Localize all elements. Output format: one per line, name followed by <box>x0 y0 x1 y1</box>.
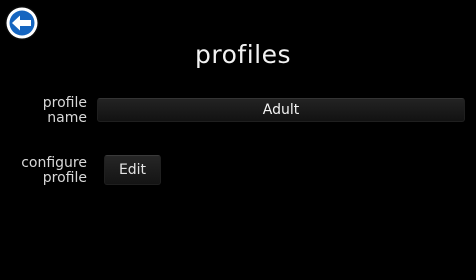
profile-name-field[interactable]: Adult <box>97 98 465 122</box>
configure-profile-label-line2: profile <box>42 170 87 186</box>
configure-profile-label-line1: configure <box>21 155 87 171</box>
profile-name-label-line1: profile <box>42 95 87 111</box>
profiles-screen: profiles profile name Adult configure pr… <box>0 0 476 280</box>
page-title: profiles <box>195 40 291 69</box>
configure-profile-label: configure profile <box>0 156 87 186</box>
profile-name-label: profile name <box>0 96 87 126</box>
back-button[interactable] <box>5 6 39 40</box>
edit-button[interactable]: Edit <box>104 155 161 185</box>
back-arrow-icon <box>6 7 38 39</box>
profile-name-label-line2: name <box>47 110 87 126</box>
